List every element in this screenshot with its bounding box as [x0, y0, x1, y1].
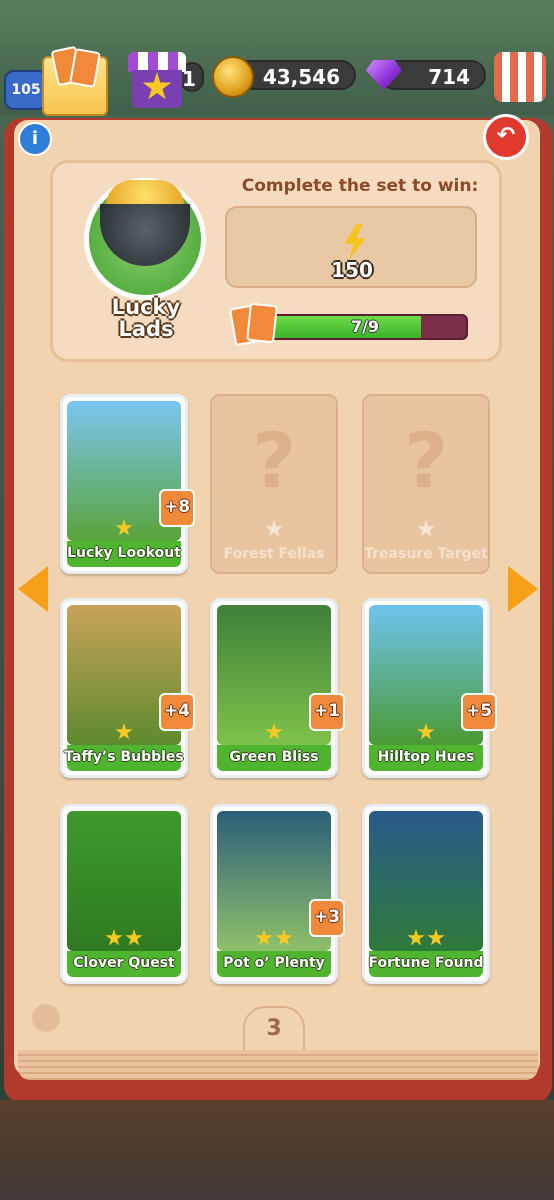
card-hilltop-hues[interactable]: Hilltop Hues +5: [362, 598, 497, 778]
back-arrow-icon[interactable]: ↶: [483, 114, 529, 160]
card-stars: [365, 929, 487, 951]
star-shop-button[interactable]: [128, 52, 186, 110]
star-icon: [115, 519, 133, 536]
tulip-icon: [32, 1004, 60, 1032]
card-taffy-s-bubbles[interactable]: Taffy’s Bubbles +4: [60, 598, 195, 778]
duplicate-count-badge: +8: [159, 489, 195, 527]
star-icon: [407, 929, 425, 946]
card-fortune-found[interactable]: Fortune Found: [362, 804, 490, 984]
duplicate-count-badge: +5: [461, 693, 497, 731]
card-name: Taffy’s Bubbles: [64, 749, 184, 765]
card-stars: [364, 520, 488, 542]
star-icon: [275, 929, 293, 946]
card-name: Lucky Lookout: [67, 545, 181, 561]
duplicate-count-badge: +1: [309, 693, 345, 731]
complete-set-label: Complete the set to win:: [241, 176, 479, 196]
market-stall-icon[interactable]: [494, 52, 546, 102]
card-stars: [63, 929, 185, 951]
card-name: Fortune Found: [368, 955, 484, 971]
star-icon: [265, 723, 283, 740]
unknown-card-icon: ?: [251, 416, 297, 505]
card-stars: [212, 520, 336, 542]
card-name: Pot o’ Plenty: [223, 955, 325, 971]
card-name: Forest Fellas: [223, 546, 325, 562]
card-forest-fellas[interactable]: ? Forest Fellas: [210, 394, 338, 574]
star-icon: [417, 723, 435, 740]
duplicate-count-badge: +4: [159, 693, 195, 731]
card-name: Clover Quest: [73, 955, 175, 971]
card-lucky-lookout[interactable]: Lucky Lookout +8: [60, 394, 195, 574]
top-hud: 105 1 43,546 714: [0, 0, 554, 116]
shop-awning-icon: [128, 52, 186, 72]
star-icon: [255, 929, 273, 946]
duplicate-count-badge: +3: [309, 899, 345, 937]
set-progress-text: 7/9: [350, 317, 380, 336]
coin-icon: [212, 56, 254, 98]
page-edges: [18, 1050, 538, 1080]
unknown-card-icon: ?: [403, 416, 449, 505]
envelope-card-icon: [69, 48, 101, 88]
star-icon: [125, 929, 143, 946]
star-icon: [417, 520, 435, 537]
star-icon: [115, 723, 133, 740]
reward-value: 150: [331, 258, 373, 282]
set-name-label: Lucky Lads: [111, 295, 181, 341]
card-green-bliss[interactable]: Green Bliss +1: [210, 598, 345, 778]
card-name: Green Bliss: [229, 749, 319, 765]
star-icon: [427, 929, 445, 946]
card-envelope-button[interactable]: [42, 45, 108, 116]
star-icon: [265, 520, 283, 537]
page-number: 3: [243, 1006, 305, 1050]
game-background-bottom: [0, 1100, 554, 1200]
card-name: Hilltop Hues: [377, 749, 475, 765]
card-clover-quest[interactable]: Clover Quest: [60, 804, 188, 984]
info-icon[interactable]: i: [18, 122, 52, 156]
card-treasure-target[interactable]: ? Treasure Target: [362, 394, 490, 574]
star-icon: [105, 929, 123, 946]
card-pot-o-plenty[interactable]: Pot o’ Plenty +3: [210, 804, 345, 984]
card-name: Treasure Target: [364, 546, 488, 562]
